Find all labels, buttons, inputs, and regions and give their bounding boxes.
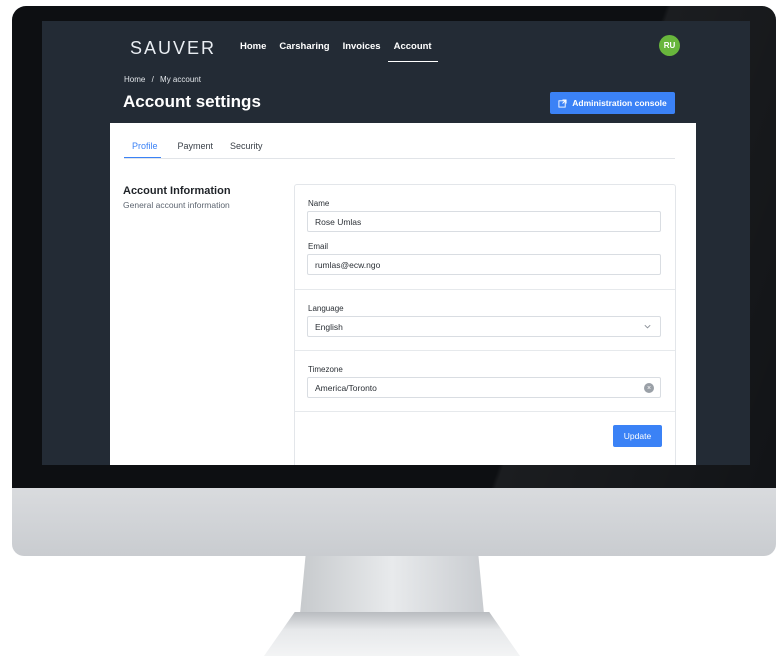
email-value: rumlas@ecw.ngo bbox=[315, 259, 381, 270]
nav-home[interactable]: Home bbox=[240, 41, 266, 62]
account-form: Name Rose Umlas Email rumlas@ecw.ngo Lan… bbox=[294, 184, 676, 465]
avatar[interactable]: RU bbox=[659, 35, 680, 56]
chevron-down-icon bbox=[644, 324, 651, 329]
language-label: Language bbox=[308, 304, 344, 313]
page-title: Account settings bbox=[123, 92, 261, 111]
app-logo[interactable]: SAUVER bbox=[130, 38, 216, 59]
email-label: Email bbox=[308, 242, 329, 251]
timezone-label: Timezone bbox=[308, 365, 343, 374]
language-select[interactable]: English bbox=[307, 316, 661, 337]
breadcrumb-home[interactable]: Home bbox=[124, 75, 145, 84]
divider bbox=[295, 350, 675, 351]
language-value: English bbox=[315, 321, 343, 332]
settings-tabs: Profile Payment Security bbox=[124, 141, 675, 159]
monitor-stand-neck bbox=[300, 556, 484, 614]
divider bbox=[295, 289, 675, 290]
update-button[interactable]: Update bbox=[613, 425, 662, 447]
breadcrumb-current: My account bbox=[160, 75, 201, 84]
administration-console-button[interactable]: Administration console bbox=[550, 92, 675, 114]
name-label: Name bbox=[308, 199, 330, 208]
nav-carsharing[interactable]: Carsharing bbox=[279, 41, 329, 62]
breadcrumb: Home / My account bbox=[124, 75, 205, 84]
divider bbox=[295, 411, 675, 412]
section-title: Account Information bbox=[123, 185, 231, 197]
administration-console-label: Administration console bbox=[572, 98, 667, 108]
settings-panel: Profile Payment Security Account Informa… bbox=[110, 123, 696, 465]
monitor-chin bbox=[12, 488, 776, 556]
tab-security[interactable]: Security bbox=[230, 141, 263, 158]
main-nav: Home Carsharing Invoices Account bbox=[240, 41, 451, 62]
monitor-stand-foot bbox=[264, 612, 520, 656]
email-field[interactable]: rumlas@ecw.ngo bbox=[307, 254, 661, 275]
external-link-icon bbox=[558, 98, 567, 108]
tab-profile[interactable]: Profile bbox=[124, 141, 161, 158]
timezone-select[interactable]: America/Toronto × bbox=[307, 377, 661, 398]
name-field[interactable]: Rose Umlas bbox=[307, 211, 661, 232]
tab-payment[interactable]: Payment bbox=[178, 141, 214, 158]
name-value: Rose Umlas bbox=[315, 216, 362, 227]
screen: SAUVER Home Carsharing Invoices Account … bbox=[42, 21, 750, 465]
timezone-value: America/Toronto bbox=[315, 382, 377, 393]
section-subtitle: General account information bbox=[123, 200, 230, 210]
nav-invoices[interactable]: Invoices bbox=[343, 41, 381, 62]
clear-icon[interactable]: × bbox=[644, 383, 654, 393]
nav-account[interactable]: Account bbox=[387, 41, 438, 62]
breadcrumb-separator: / bbox=[151, 75, 154, 84]
